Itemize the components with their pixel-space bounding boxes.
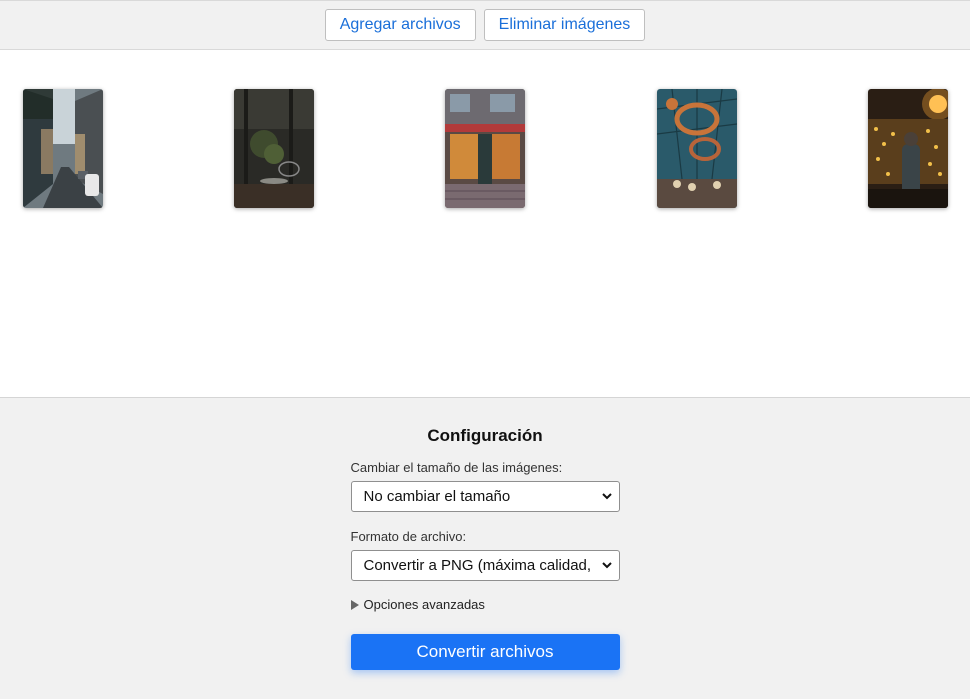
- toolbar: Agregar archivos Eliminar imágenes: [0, 0, 970, 50]
- thumbnail-storefront[interactable]: [445, 89, 525, 208]
- storefront-photo-image: [445, 89, 525, 208]
- resize-label: Cambiar el tamaño de las imágenes:: [350, 460, 563, 475]
- disclosure-triangle-icon: [350, 599, 359, 610]
- format-label: Formato de archivo:: [350, 529, 467, 544]
- greenhouse-photo-image: [657, 89, 737, 208]
- resize-select-value: No cambiar el tamaño: [363, 488, 511, 505]
- settings-form: Configuración Cambiar el tamaño de las i…: [350, 398, 620, 670]
- cafe-photo-image: [234, 89, 314, 208]
- thumbnail-street[interactable]: [23, 89, 103, 208]
- advanced-options-toggle[interactable]: Opciones avanzadas: [350, 597, 620, 612]
- thumbnail-greenhouse[interactable]: [657, 89, 737, 208]
- thumbnail-cafe[interactable]: [234, 89, 314, 208]
- chevron-down-icon: [601, 562, 612, 569]
- image-gallery: [0, 50, 970, 398]
- format-select-value: Convertir a PNG (máxima calidad, tamaño …: [363, 557, 593, 574]
- street-photo-image: [23, 89, 103, 208]
- lights-photo-image: [868, 89, 948, 208]
- convert-files-button[interactable]: Convertir archivos: [350, 634, 620, 670]
- resize-select[interactable]: No cambiar el tamaño: [350, 481, 620, 512]
- advanced-options-label: Opciones avanzadas: [363, 597, 485, 612]
- chevron-down-icon: [601, 493, 612, 500]
- thumbnail-lights[interactable]: [868, 89, 948, 208]
- settings-title: Configuración: [427, 426, 543, 445]
- settings-panel: Configuración Cambiar el tamaño de las i…: [0, 398, 970, 699]
- format-select[interactable]: Convertir a PNG (máxima calidad, tamaño …: [350, 550, 620, 581]
- add-files-button[interactable]: Agregar archivos: [324, 9, 476, 41]
- remove-images-button[interactable]: Eliminar imágenes: [483, 9, 646, 41]
